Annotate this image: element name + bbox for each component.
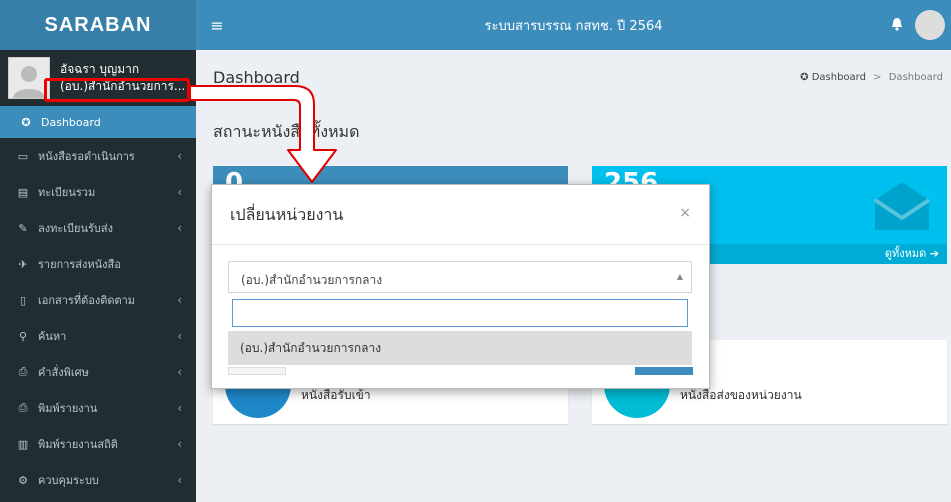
sidebar-item-registry[interactable]: ▤ ทะเบียนรวม ‹ (0, 174, 196, 210)
caret-up-icon: ▲ (676, 272, 683, 281)
inbox-icon: ▭ (17, 149, 29, 163)
unit-search-input[interactable] (232, 299, 688, 327)
change-unit-modal: เปลี่ยนหน่วยงาน × (อบ.)สำนักอำนวยการกลาง… (211, 184, 710, 389)
bell-icon[interactable] (891, 17, 903, 35)
sidebar-item-dashboard[interactable]: ✪ Dashboard (0, 106, 196, 138)
unit-select-value: (อบ.)สำนักอำนวยการกลาง (241, 273, 383, 287)
user-panel: อัจฉรา บุญมาก (อบ.)สำนักอำนวยการ... (0, 50, 196, 106)
breadcrumb-home[interactable]: Dashboard (812, 72, 866, 83)
unit-highlight-box (44, 78, 190, 102)
sidebar-item-system-control[interactable]: ⚙ ควบคุมระบบ ‹ (0, 462, 196, 498)
chevron-left-icon: ‹ (177, 473, 182, 487)
modal-header: เปลี่ยนหน่วยงาน × (212, 185, 709, 245)
sidebar-item-label: ค้นหา (38, 330, 67, 343)
breadcrumb-current: Dashboard (888, 72, 943, 83)
sidebar-item-label: ลงทะเบียนรับส่ง (38, 222, 113, 235)
chevron-left-icon: ‹ (177, 149, 182, 163)
sidebar-item-label: หนังสือรอดำเนินการ (38, 150, 135, 163)
search-icon: ⚲ (18, 329, 28, 343)
dashboard-icon: ✪ (21, 115, 31, 129)
chevron-left-icon: ‹ (177, 437, 182, 451)
envelope-icon (871, 180, 933, 244)
chevron-left-icon: ‹ (177, 221, 182, 235)
chevron-left-icon: ‹ (177, 401, 182, 415)
send-icon: ✈ (18, 257, 28, 271)
app-title: ระบบสารบรรณ กสทช. ปี 2564 (484, 18, 663, 34)
sidebar-item-print-report[interactable]: ⎙ พิมพ์รายงาน ‹ (0, 390, 196, 426)
gear-icon: ⚙ (18, 473, 28, 487)
chevron-left-icon: ‹ (177, 329, 182, 343)
breadcrumb: ✪ Dashboard > Dashboard (800, 72, 943, 83)
sidebar-item-label: ทะเบียนรวม (38, 186, 96, 199)
sidebar: SARABAN อัจฉรา บุญมาก (อบ.)สำนักอำนวยการ… (0, 0, 196, 502)
chevron-left-icon: ‹ (177, 293, 182, 307)
sidebar-item-send-list[interactable]: ✈ รายการส่งหนังสือ (0, 246, 196, 282)
edit-icon: ✎ (18, 221, 28, 235)
sidebar-item-stats-report[interactable]: ▥ พิมพ์รายงานสถิติ ‹ (0, 426, 196, 462)
sidebar-item-pending[interactable]: ▭ หนังสือรอดำเนินการ ‹ (0, 138, 196, 174)
chart-icon: ▥ (17, 437, 29, 451)
dashboard-icon: ✪ (800, 72, 809, 83)
sidebar-item-tracking[interactable]: ▯ เอกสารที่ต้องติดตาม ‹ (0, 282, 196, 318)
app-logo[interactable]: SARABAN (0, 0, 196, 50)
breadcrumb-separator: > (873, 72, 882, 83)
sidebar-item-label: พิมพ์รายงานสถิติ (38, 438, 118, 451)
sidebar-item-register[interactable]: ✎ ลงทะเบียนรับส่ง ‹ (0, 210, 196, 246)
bookmark-icon: ▯ (19, 293, 27, 307)
chevron-left-icon: ‹ (177, 365, 182, 379)
sidebar-item-label: เอกสารที่ต้องติดตาม (38, 294, 136, 307)
modal-title: เปลี่ยนหน่วยงาน (230, 205, 344, 224)
section-title: สถานะหนังสือทั้งหมด (213, 122, 360, 141)
sidebar-item-special-orders[interactable]: ⎙ คำสั่งพิเศษ ‹ (0, 354, 196, 390)
sidebar-menu: ✪ Dashboard ▭ หนังสือรอดำเนินการ ‹ ▤ ทะเ… (0, 106, 196, 498)
chevron-left-icon: ‹ (177, 185, 182, 199)
print-icon: ⎙ (18, 365, 28, 378)
print-icon: ⎙ (18, 401, 28, 414)
sidebar-item-label: ควบคุมระบบ (38, 474, 99, 487)
page-title: Dashboard (213, 68, 300, 87)
sidebar-item-label: Dashboard (41, 115, 101, 129)
book-icon: ▤ (17, 185, 29, 199)
unit-select[interactable]: (อบ.)สำนักอำนวยการกลาง ▲ (228, 261, 692, 293)
save-button[interactable] (635, 367, 693, 375)
unit-option[interactable]: (อบ.)สำนักอำนวยการกลาง (228, 331, 692, 365)
close-icon[interactable]: × (679, 205, 691, 221)
header-avatar[interactable] (915, 10, 945, 40)
top-header: ระบบสารบรรณ กสทช. ปี 2564 ≡ (196, 0, 951, 50)
sidebar-item-search[interactable]: ⚲ ค้นหา ‹ (0, 318, 196, 354)
sidebar-item-label: รายการส่งหนังสือ (38, 258, 121, 271)
sidebar-item-label: คำสั่งพิเศษ (38, 366, 89, 379)
user-name: อัจฉรา บุญมาก (60, 62, 140, 76)
sidebar-item-label: พิมพ์รายงาน (38, 402, 98, 415)
cancel-button[interactable] (228, 367, 286, 375)
